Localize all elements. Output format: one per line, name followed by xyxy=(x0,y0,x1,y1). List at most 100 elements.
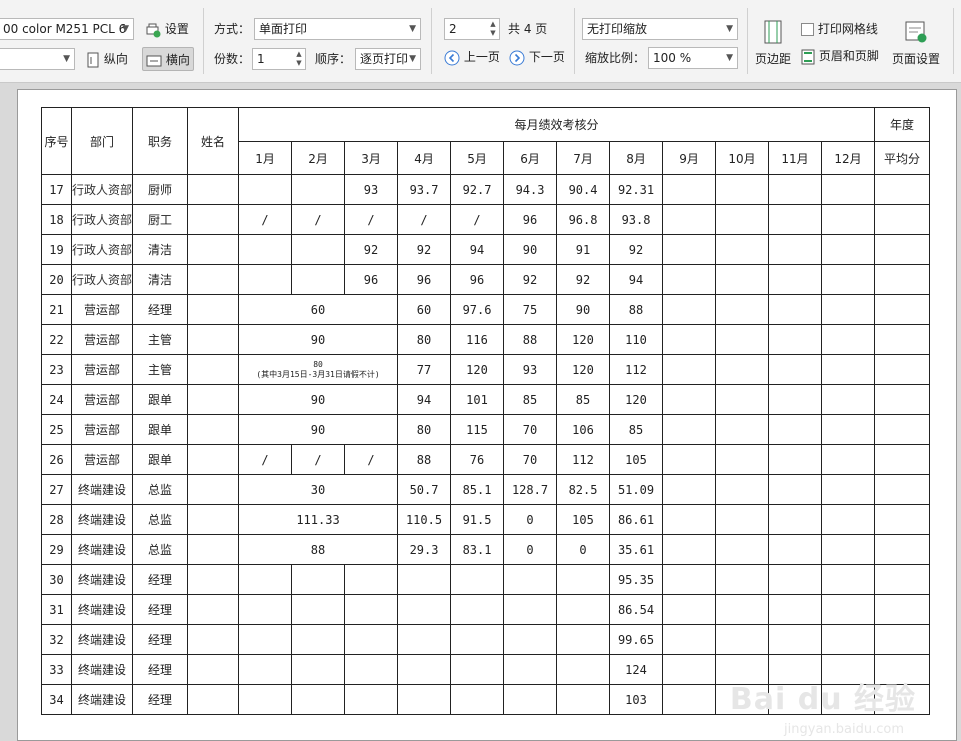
printer-select[interactable]: 00 color M251 PCL 6 ▼ xyxy=(0,18,134,40)
cell-month-score xyxy=(344,624,399,655)
copies-stepper[interactable]: 1 ▲ ▼ xyxy=(252,48,306,70)
cell-month-score xyxy=(503,624,558,655)
header-month: 6月 xyxy=(503,141,558,175)
page-number-stepper[interactable]: 2 ▲ ▼ xyxy=(444,18,500,40)
cell-month-score: 93.8 xyxy=(609,204,664,235)
cell-month-score xyxy=(344,564,399,595)
paper-select[interactable]: ▼ xyxy=(0,48,75,70)
print-gridlines-checkbox[interactable]: 打印网格线 xyxy=(801,20,878,37)
cell-month-score: / xyxy=(291,204,346,235)
next-page-button[interactable]: 下一页 xyxy=(509,48,565,66)
cell-dept: 终端建设 xyxy=(70,534,134,565)
zoom-select[interactable]: 100 % ▼ xyxy=(648,47,738,69)
table-row: 25 营运部 跟单 90 80 115 70 106 85 xyxy=(41,414,931,445)
cell-month-score: 120 xyxy=(450,354,505,385)
portrait-icon xyxy=(87,52,99,67)
cell-month-score xyxy=(715,234,770,265)
cell-name xyxy=(187,324,240,355)
cell-no: 30 xyxy=(41,564,72,595)
header-month: 5月 xyxy=(450,141,505,175)
margins-label: 页边距 xyxy=(754,52,791,66)
cell-month-score xyxy=(821,354,876,385)
cell-month-score xyxy=(238,174,293,205)
table-row: 20 行政人资部 清洁 96 96 96 92 92 94 xyxy=(41,264,931,295)
cell-month-score xyxy=(450,594,505,625)
order-label: 顺序： xyxy=(315,52,352,66)
cell-month-score xyxy=(715,504,770,535)
zoom-value: 100 % xyxy=(653,51,692,65)
cell-month-score: 88 xyxy=(503,324,558,355)
cell-month-score: 88 xyxy=(609,294,664,325)
cell-month-score xyxy=(768,384,823,415)
chevron-down-icon: ▼ xyxy=(63,54,70,64)
page-setup-button[interactable]: 页面设置 xyxy=(890,20,942,67)
margins-button[interactable]: 页边距 xyxy=(753,20,793,67)
cell-month-score xyxy=(397,654,452,685)
stepper-up-icon[interactable]: ▲ xyxy=(294,50,304,59)
cell-annual-average xyxy=(874,624,931,655)
cell-dept: 行政人资部 xyxy=(70,204,134,235)
stepper-down-icon[interactable]: ▼ xyxy=(488,29,498,38)
cell-month-score: 92 xyxy=(344,234,399,265)
cell-dept: 营运部 xyxy=(70,444,134,475)
cell-month-score xyxy=(662,594,717,625)
cell-role: 跟单 xyxy=(132,414,189,445)
cell-dept: 行政人资部 xyxy=(70,264,134,295)
cell-month-score: 92.31 xyxy=(609,174,664,205)
mode-select[interactable]: 单面打印 ▼ xyxy=(254,18,421,40)
cell-month-score: 70 xyxy=(503,414,558,445)
cell-month-score xyxy=(397,684,452,715)
table-row: 29 终端建设 总监 88 29.3 83.1 0 0 35.61 xyxy=(41,534,931,565)
cell-month-score: 75 xyxy=(503,294,558,325)
cell-annual-average xyxy=(874,234,931,265)
cell-month-score xyxy=(715,174,770,205)
cell-month-score: 96 xyxy=(503,204,558,235)
cell-month-score: 112 xyxy=(609,354,664,385)
header-month: 4月 xyxy=(397,141,452,175)
cell-dept: 营运部 xyxy=(70,324,134,355)
cell-dept: 行政人资部 xyxy=(70,174,134,205)
header-no: 序号 xyxy=(41,107,72,175)
prev-page-button[interactable]: 上一页 xyxy=(444,48,500,66)
header-footer-button[interactable]: 页眉和页脚 xyxy=(801,47,879,65)
stepper-up-icon[interactable]: ▲ xyxy=(488,20,498,29)
print-scaling-select[interactable]: 无打印缩放 ▼ xyxy=(582,18,738,40)
cell-month-score: 50.7 xyxy=(397,474,452,505)
landscape-button[interactable]: 横向 xyxy=(142,47,194,71)
cell-month-score: 0 xyxy=(503,534,558,565)
cell-month-score xyxy=(238,234,293,265)
cell-month-score xyxy=(238,594,293,625)
printer-settings-button[interactable]: 设置 xyxy=(145,20,189,38)
cell-annual-average xyxy=(874,354,931,385)
cell-dept: 营运部 xyxy=(70,294,134,325)
cell-month-score xyxy=(450,564,505,595)
performance-table: 序号 部门 职务 姓名 每月绩效考核分 年度 1月 2月 3月 4月 5月 6月 7月 8月 9月 10月 11… xyxy=(41,107,931,715)
cell-role: 经理 xyxy=(132,654,189,685)
cell-month-score: 80 xyxy=(397,324,452,355)
cell-no: 34 xyxy=(41,684,72,715)
cell-month-score xyxy=(821,294,876,325)
table-row: 30 终端建设 经理 95.35 xyxy=(41,564,931,595)
order-select[interactable]: 逐页打印 ▼ xyxy=(355,48,421,70)
cell-name xyxy=(187,594,240,625)
stepper-down-icon[interactable]: ▼ xyxy=(294,59,304,68)
cell-month-score xyxy=(450,624,505,655)
cell-month-score: 0 xyxy=(556,534,611,565)
cell-merged-jan-mar: 111.33 xyxy=(238,504,399,535)
header-footer-label: 页眉和页脚 xyxy=(818,49,879,63)
prev-page-label: 上一页 xyxy=(463,50,500,64)
cell-month-score: 105 xyxy=(556,504,611,535)
cell-dept: 营运部 xyxy=(70,414,134,445)
cell-month-score xyxy=(291,594,346,625)
cell-month-score: 90.4 xyxy=(556,174,611,205)
cell-month-score: / xyxy=(238,444,293,475)
cell-name xyxy=(187,624,240,655)
cell-month-score xyxy=(662,504,717,535)
cell-month-score xyxy=(768,294,823,325)
cell-month-score: 120 xyxy=(609,384,664,415)
print-preview-ribbon: 00 color M251 PCL 6 ▼ ▼ 设置 纵向 横向 方式： 单面打… xyxy=(0,0,961,83)
cell-month-score xyxy=(768,204,823,235)
cell-month-score xyxy=(397,624,452,655)
cell-month-score xyxy=(238,564,293,595)
portrait-button[interactable]: 纵向 xyxy=(86,50,128,68)
